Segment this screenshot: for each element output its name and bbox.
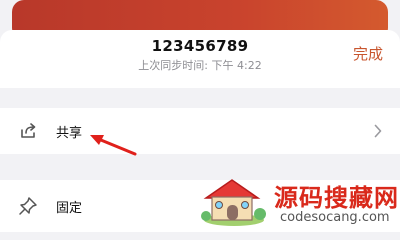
done-button[interactable]: 完成 [353,43,383,64]
menu-item-label: 共享 [56,126,83,141]
menu-item-share[interactable]: 共享 [0,108,400,154]
menu-item-label: 固定 [56,201,83,216]
pin-icon [19,197,37,215]
watermark: 源码搜藏网 codesocang.com [196,172,400,232]
house-logo-icon [201,179,266,226]
annotation-arrow-icon [90,135,137,156]
sheet-header: 123456789 上次同步时间: 下午 4:22 完成 [0,30,400,88]
chevron-right-icon [374,124,382,138]
sync-status: 上次同步时间: 下午 4:22 [138,59,262,72]
note-title: 123456789 [151,37,249,55]
share-icon [21,123,36,138]
watermark-title: 源码搜藏网 [274,184,399,212]
watermark-url: codesocang.com [280,210,390,225]
